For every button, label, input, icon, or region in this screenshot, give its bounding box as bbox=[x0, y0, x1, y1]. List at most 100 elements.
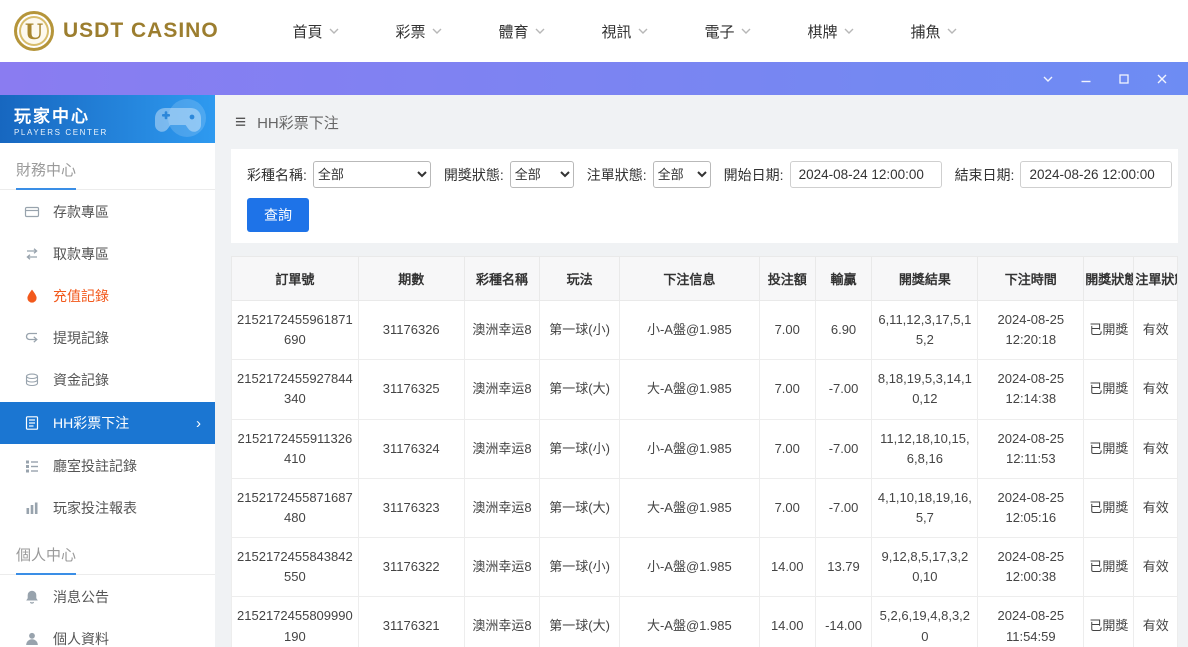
sidebar-item-player-bet-report[interactable]: 玩家投注報表 bbox=[0, 488, 215, 528]
end-date-input[interactable] bbox=[1020, 161, 1173, 188]
order-status-label: 注單狀態: bbox=[586, 166, 647, 183]
cell-order-no: 2152172455911326410 bbox=[231, 418, 359, 479]
chevron-down-icon bbox=[432, 28, 442, 34]
cell-lottery-name: 澳洲幸运8 bbox=[463, 299, 541, 361]
breadcrumb: ≡ HH彩票下注 bbox=[215, 95, 1188, 149]
cell-bet-info: 大-A盤@1.985 bbox=[618, 477, 760, 539]
hamburger-icon[interactable]: ≡ bbox=[235, 113, 246, 132]
person-icon bbox=[24, 631, 40, 647]
card-icon bbox=[24, 204, 40, 220]
cell-bet-time: 2024-08-25 12:11:53 bbox=[977, 418, 1085, 479]
cell-win-loss: -7.00 bbox=[814, 359, 873, 420]
column-header: 開獎結果 bbox=[871, 256, 979, 301]
cell-bet-info: 小-A盤@1.985 bbox=[618, 418, 760, 479]
column-header: 彩種名稱 bbox=[463, 256, 541, 301]
minimize-icon[interactable] bbox=[1080, 73, 1092, 85]
cell-bet-info: 小-A盤@1.985 bbox=[618, 299, 760, 361]
sidebar-item-recharge-record[interactable]: 充值記錄 bbox=[0, 276, 215, 316]
sidebar-item-deposit[interactable]: 存款專區 bbox=[0, 192, 215, 232]
nav-item-slots[interactable]: 電子 bbox=[676, 21, 779, 42]
order-status-select[interactable]: 全部 bbox=[652, 161, 711, 188]
cell-bet-amount: 14.00 bbox=[758, 537, 816, 598]
sidebar-item-withdrawal-record[interactable]: 提現記錄 bbox=[0, 318, 215, 358]
start-date-label: 開始日期: bbox=[723, 166, 784, 183]
sidebar: 玩家中心 PLAYERS CENTER 財務中心 存款專區 取款專區 充值記錄 … bbox=[0, 95, 215, 647]
nav-item-home[interactable]: 首頁 bbox=[264, 21, 367, 42]
cell-bet-time: 2024-08-25 11:54:59 bbox=[977, 596, 1085, 647]
cell-draw-result: 9,12,8,5,17,3,20,10 bbox=[871, 537, 979, 598]
cell-order-no: 2152172455809990190 bbox=[231, 596, 359, 647]
sidebar-item-funds-record[interactable]: 資金記錄 bbox=[0, 360, 215, 400]
cell-order-no: 2152172455961871690 bbox=[231, 299, 359, 361]
cell-draw-status: 已開獎 bbox=[1083, 596, 1135, 647]
sidebar-item-withdraw[interactable]: 取款專區 bbox=[0, 234, 215, 274]
cell-draw-status: 已開獎 bbox=[1083, 537, 1135, 598]
table-row: 2152172455843842550 31176322 澳洲幸运8 第一球(小… bbox=[231, 537, 1178, 598]
sidebar-menu: 財務中心 存款專區 取款專區 充值記錄 提現記錄 資金記錄 HH彩票下注 › 廳… bbox=[0, 151, 215, 647]
main-content: ≡ HH彩票下注 彩種名稱: 全部 開獎狀態: 全部 注單狀態: 全部 開始日期… bbox=[215, 95, 1188, 647]
cell-order-status: 有效 bbox=[1133, 359, 1178, 420]
cell-lottery-name: 澳洲幸运8 bbox=[463, 359, 541, 420]
table-row: 2152172455911326410 31176324 澳洲幸运8 第一球(小… bbox=[231, 418, 1178, 479]
cell-draw-status: 已開獎 bbox=[1083, 418, 1135, 479]
draw-status-filter: 開獎狀態: 全部 bbox=[444, 161, 574, 188]
end-date-label: 結束日期: bbox=[954, 166, 1015, 183]
close-icon[interactable] bbox=[1156, 73, 1168, 85]
sidebar-item-profile[interactable]: 個人資料 bbox=[0, 619, 215, 647]
bar-chart-icon bbox=[24, 500, 40, 516]
lottery-name-select[interactable]: 全部 bbox=[312, 161, 431, 188]
cell-draw-result: 11,12,18,10,15,6,8,16 bbox=[871, 418, 979, 479]
nav-item-video[interactable]: 視訊 bbox=[573, 21, 676, 42]
maximize-icon[interactable] bbox=[1118, 73, 1130, 85]
cell-bet-amount: 7.00 bbox=[758, 477, 816, 539]
cell-win-loss: -14.00 bbox=[814, 596, 873, 647]
nav-item-fishing[interactable]: 捕魚 bbox=[882, 21, 985, 42]
nav-item-lottery[interactable]: 彩票 bbox=[367, 21, 470, 42]
cell-bet-info: 大-A盤@1.985 bbox=[618, 359, 760, 420]
filter-panel: 彩種名稱: 全部 開獎狀態: 全部 注單狀態: 全部 開始日期: 2024-08… bbox=[231, 149, 1178, 243]
filter-row: 彩種名稱: 全部 開獎狀態: 全部 注單狀態: 全部 開始日期: 2024-08… bbox=[247, 161, 1173, 188]
sidebar-item-notice[interactable]: 消息公告 bbox=[0, 577, 215, 617]
chevron-down-icon bbox=[535, 28, 545, 34]
cell-order-status: 有效 bbox=[1133, 596, 1178, 647]
players-center-header: 玩家中心 PLAYERS CENTER bbox=[0, 95, 215, 143]
list-icon bbox=[24, 458, 40, 474]
cell-order-status: 有效 bbox=[1133, 418, 1178, 479]
search-button[interactable]: 查詢 bbox=[247, 198, 309, 232]
droplet-icon bbox=[24, 288, 40, 304]
nav-item-sports[interactable]: 體育 bbox=[470, 21, 573, 42]
nav-item-cards[interactable]: 棋牌 bbox=[779, 21, 882, 42]
column-header: 訂單號 bbox=[231, 256, 359, 301]
column-header: 玩法 bbox=[539, 256, 620, 301]
cell-draw-result: 6,11,12,3,17,5,15,2 bbox=[871, 299, 979, 361]
cell-period: 31176324 bbox=[357, 418, 465, 479]
coins-icon bbox=[24, 372, 40, 388]
cell-win-loss: 6.90 bbox=[814, 299, 873, 361]
column-header: 投注額 bbox=[758, 256, 816, 301]
draw-status-label: 開獎狀態: bbox=[443, 166, 504, 183]
cell-order-status: 有效 bbox=[1133, 299, 1178, 361]
sidebar-item-hh-lottery-bet[interactable]: HH彩票下注 › bbox=[0, 402, 215, 444]
lottery-name-label: 彩種名稱: bbox=[247, 166, 307, 183]
document-icon bbox=[24, 415, 40, 431]
sidebar-item-hall-bet-record[interactable]: 廳室投註記錄 bbox=[0, 446, 215, 486]
cell-win-loss: 13.79 bbox=[814, 537, 873, 598]
chevron-down-icon[interactable] bbox=[1042, 73, 1054, 85]
cell-bet-time: 2024-08-25 12:14:38 bbox=[977, 359, 1085, 420]
bet-table-panel: 訂單號期數彩種名稱玩法下注信息投注額輸贏開獎結果下注時間開獎狀態注單狀態 215… bbox=[231, 256, 1178, 647]
cell-period: 31176325 bbox=[357, 359, 465, 420]
chevron-right-icon: › bbox=[196, 414, 201, 432]
cell-play-type: 第一球(小) bbox=[539, 537, 620, 598]
start-date-input[interactable] bbox=[789, 161, 942, 188]
cell-bet-info: 大-A盤@1.985 bbox=[618, 596, 760, 647]
logo[interactable]: U USDT CASINO bbox=[0, 11, 248, 51]
draw-status-select[interactable]: 全部 bbox=[509, 161, 574, 188]
cell-period: 31176322 bbox=[357, 537, 465, 598]
sidebar-section-title: 個人中心 bbox=[0, 536, 215, 575]
cell-draw-result: 8,18,19,5,3,14,10,12 bbox=[871, 359, 979, 420]
cell-bet-info: 小-A盤@1.985 bbox=[618, 537, 760, 598]
top-navbar: U USDT CASINO 首頁 彩票 體育 視訊 電子 棋牌 捕魚 bbox=[0, 0, 1188, 62]
table-row: 2152172455927844340 31176325 澳洲幸运8 第一球(大… bbox=[231, 359, 1178, 420]
column-header: 期數 bbox=[357, 256, 465, 301]
column-header: 開獎狀態 bbox=[1083, 256, 1135, 301]
